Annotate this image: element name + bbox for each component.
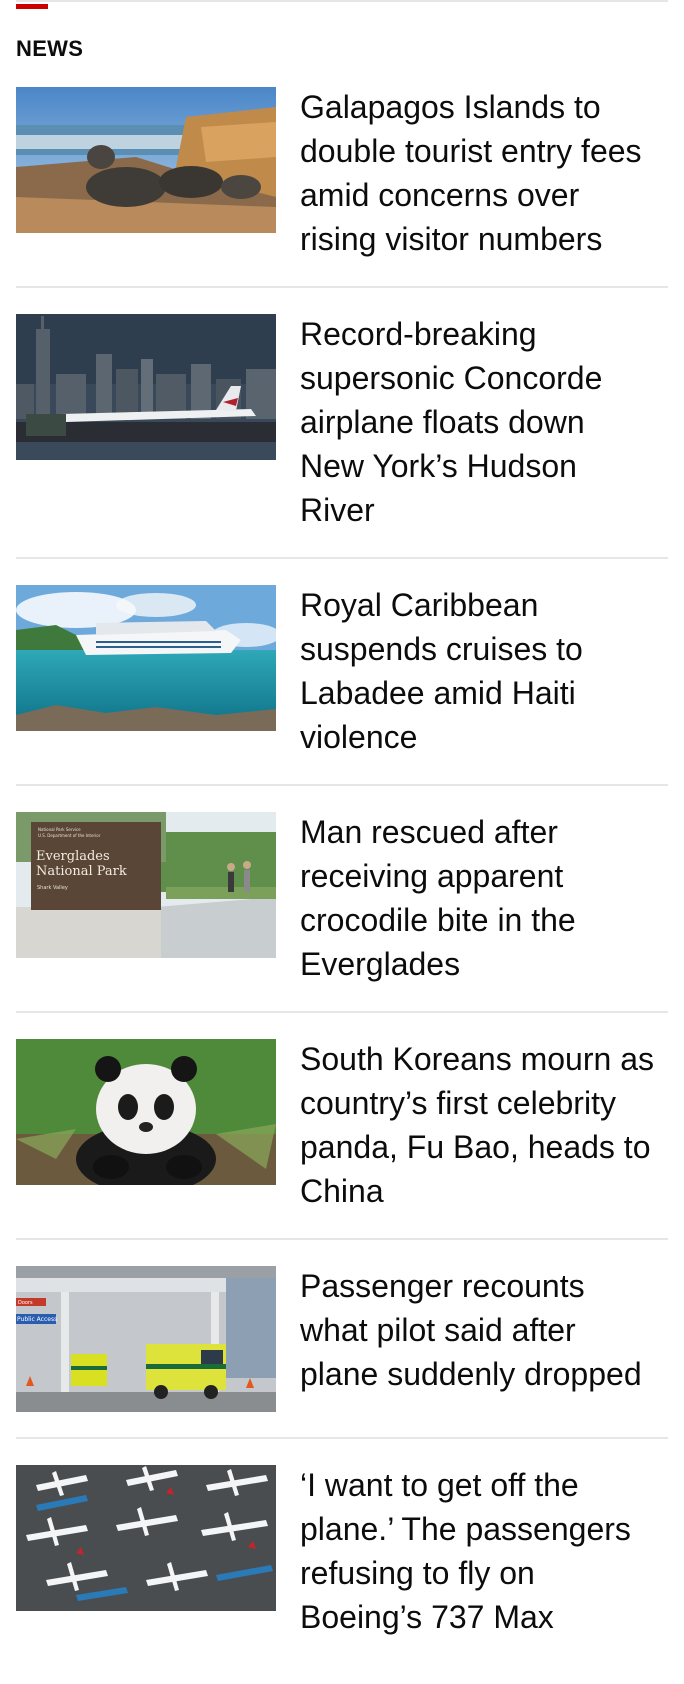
article-thumbnail[interactable]: Doors Public Access (16, 1266, 276, 1412)
article-card[interactable]: South Koreans mourn as country’s first c… (16, 1039, 668, 1240)
article-thumbnail[interactable] (16, 1465, 276, 1611)
ambulances-at-hangar-photo: Doors Public Access (16, 1266, 276, 1412)
article-card[interactable]: Galapagos Islands to double tourist entr… (16, 87, 668, 288)
article-card[interactable]: National Park Service U.S. Department of… (16, 812, 668, 1013)
article-card[interactable]: Doors Public Access Passenger recounts w… (16, 1266, 668, 1439)
section-title: NEWS (16, 36, 84, 61)
article-headline[interactable]: Record-breaking supersonic Concorde airp… (300, 312, 655, 532)
sign-name-line-1: Everglades (36, 849, 110, 864)
news-section: NEWS Galapagos Islands to double tourist… (16, 0, 668, 1664)
sign-small-line-2: U.S. Department of the Interior (38, 833, 101, 838)
section-accent-bar (16, 4, 48, 9)
article-thumbnail[interactable] (16, 87, 276, 233)
panda-photo (16, 1039, 276, 1185)
article-thumbnail[interactable] (16, 585, 276, 731)
article-headline[interactable]: ‘I want to get off the plane.’ The passe… (300, 1463, 655, 1639)
article-headline[interactable]: Royal Caribbean suspends cruises to Laba… (300, 583, 655, 759)
article-card[interactable]: Royal Caribbean suspends cruises to Laba… (16, 585, 668, 786)
article-headline[interactable]: South Koreans mourn as country’s first c… (300, 1037, 655, 1213)
sign-public-access: Public Access (17, 1316, 57, 1323)
article-thumbnail[interactable]: National Park Service U.S. Department of… (16, 812, 276, 958)
iguanas-on-rocks-photo (16, 87, 276, 233)
sign-doors: Doors (18, 1300, 33, 1306)
sign-sub: Shark Valley (37, 885, 68, 891)
article-card[interactable]: Record-breaking supersonic Concorde airp… (16, 314, 668, 559)
article-list: Galapagos Islands to double tourist entr… (16, 87, 668, 1664)
article-headline[interactable]: Man rescued after receiving apparent cro… (300, 810, 655, 986)
article-headline[interactable]: Passenger recounts what pilot said after… (300, 1264, 655, 1396)
article-thumbnail[interactable] (16, 1039, 276, 1185)
article-headline[interactable]: Galapagos Islands to double tourist entr… (300, 85, 655, 261)
parked-planes-aerial-photo (16, 1465, 276, 1611)
sign-small-line-1: National Park Service (38, 827, 81, 832)
cruise-ship-photo (16, 585, 276, 731)
article-thumbnail[interactable] (16, 314, 276, 460)
everglades-sign-photo: National Park Service U.S. Department of… (16, 812, 276, 958)
article-card[interactable]: ‘I want to get off the plane.’ The passe… (16, 1465, 668, 1664)
sign-name-line-2: National Park (36, 864, 127, 879)
concorde-on-barge-photo (16, 314, 276, 460)
